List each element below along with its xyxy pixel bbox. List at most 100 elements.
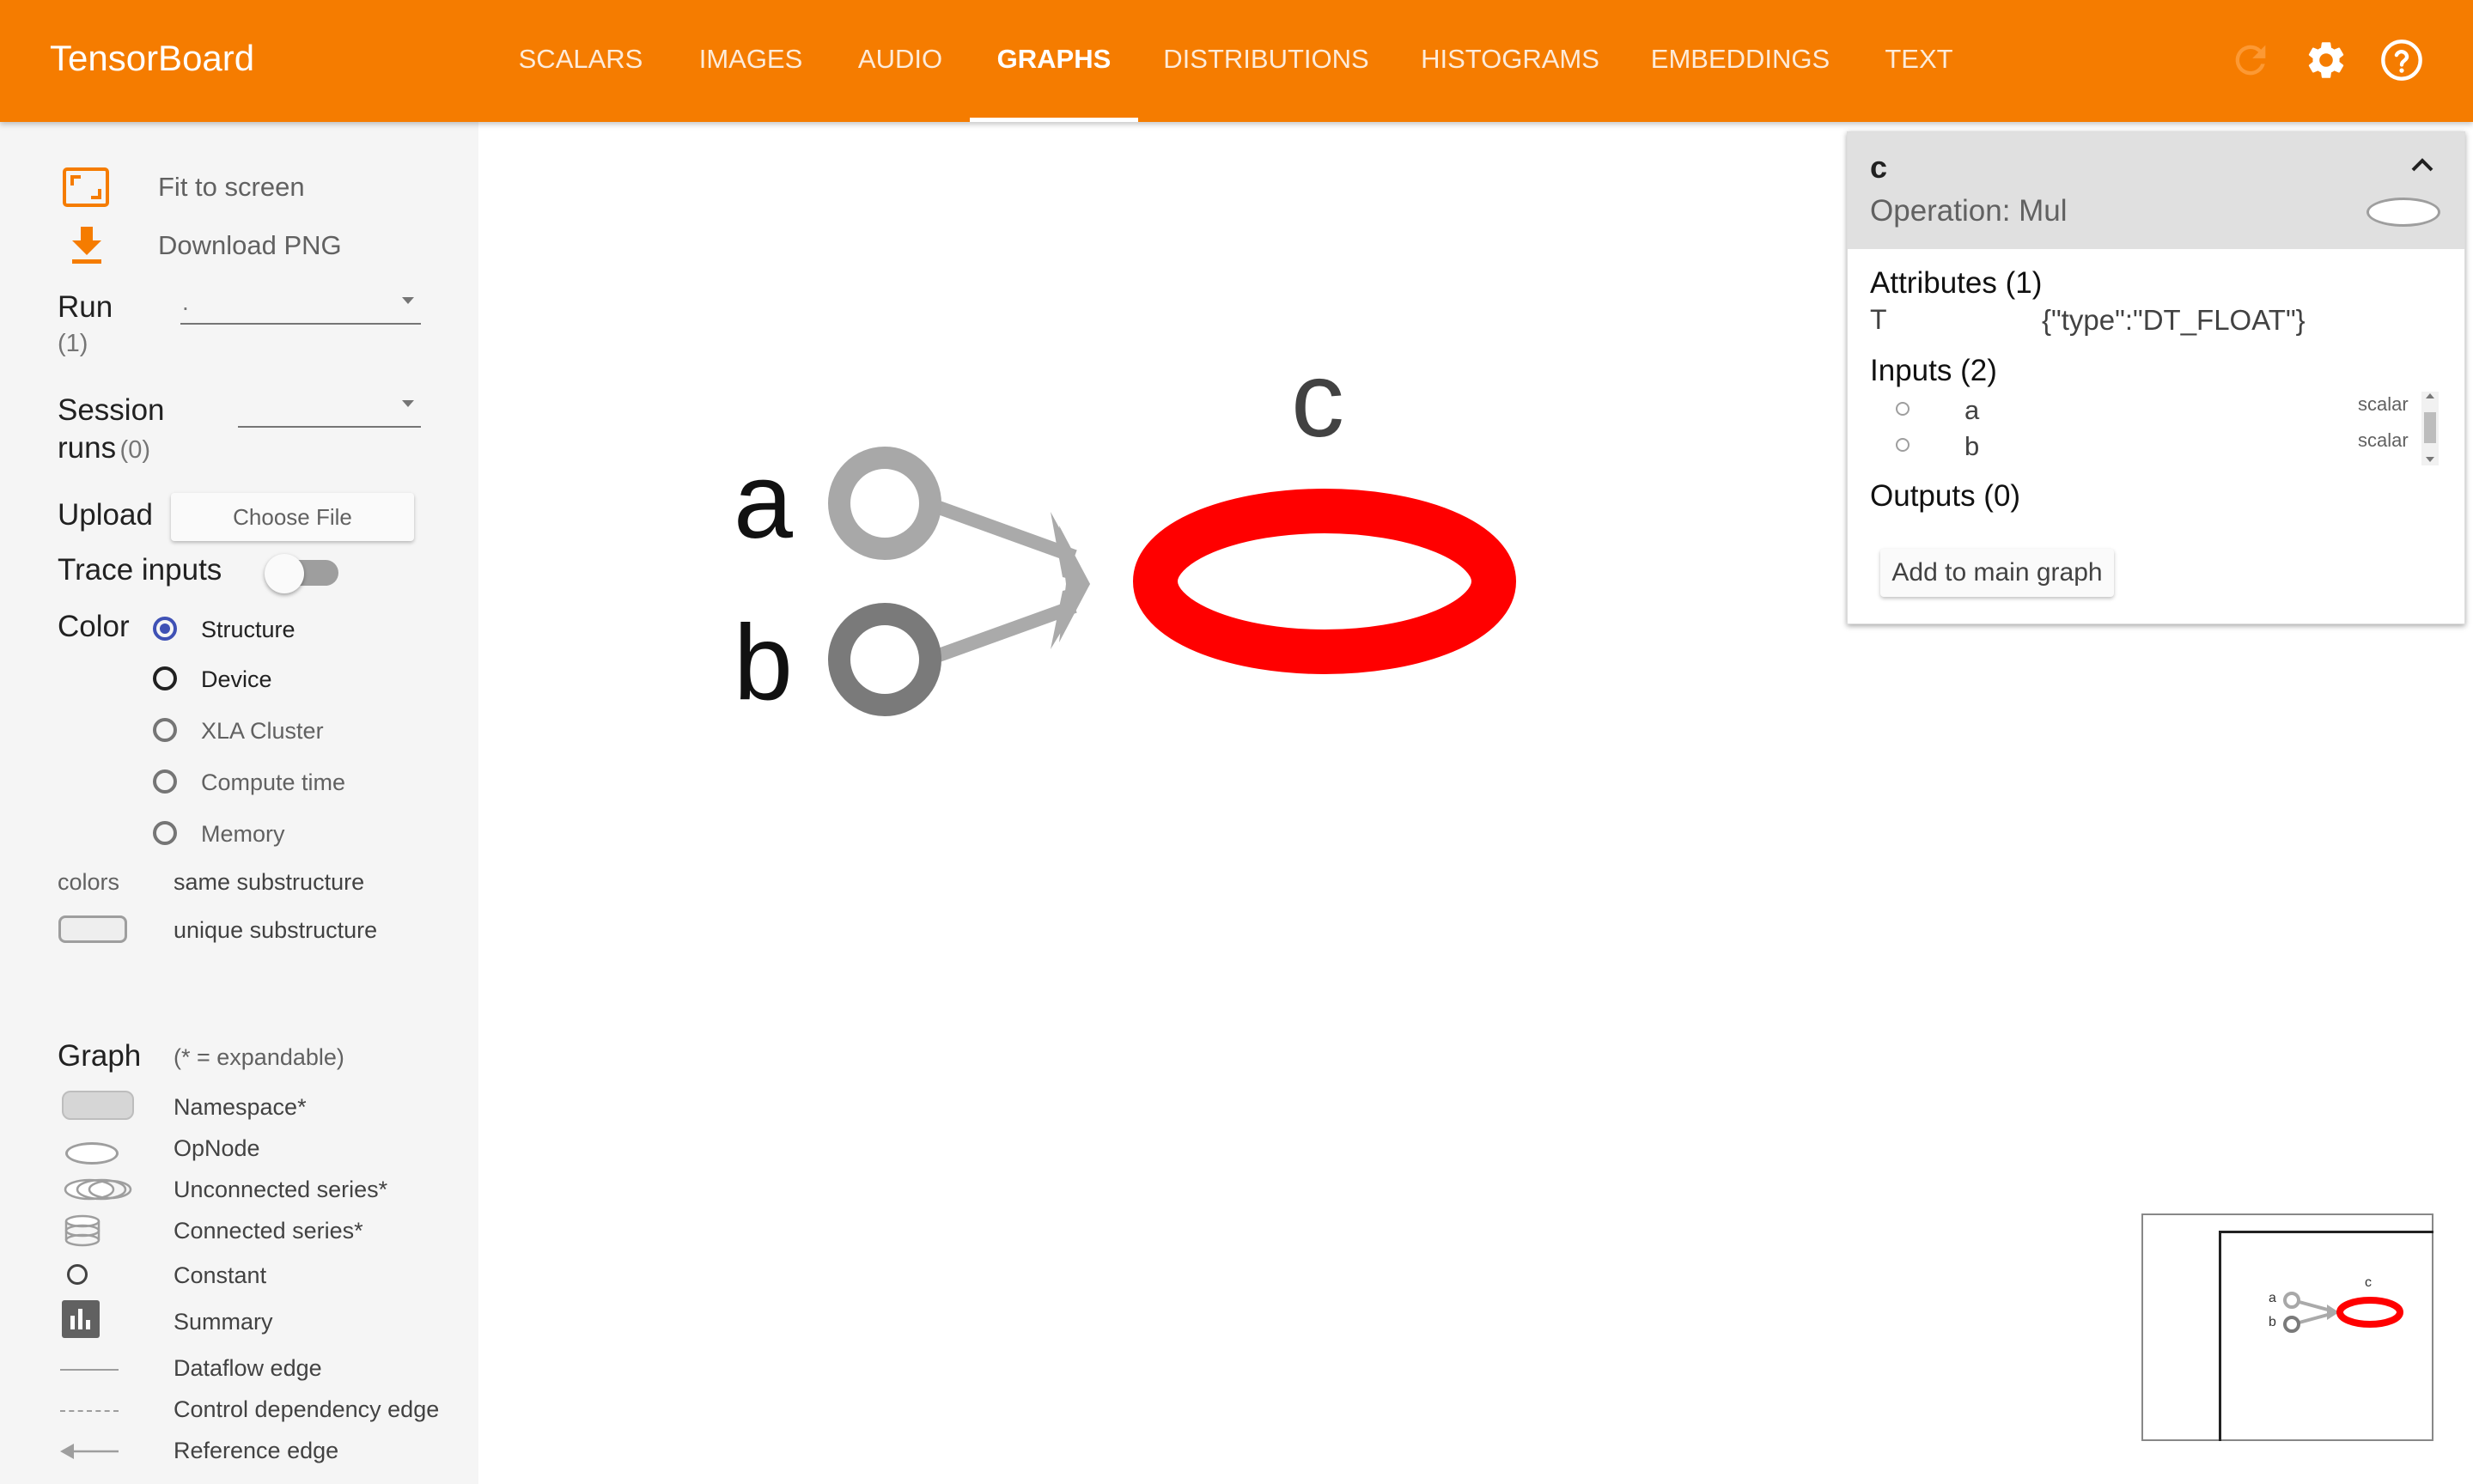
constant-legend-label: Constant (174, 1262, 267, 1288)
node-b-constant[interactable] (828, 603, 941, 716)
top-toolbar: TensorBoard SCALARS IMAGES AUDIO GRAPHS … (0, 0, 2473, 122)
reference-edge-label: Reference edge (174, 1438, 339, 1463)
run-count: (1) (58, 330, 88, 357)
unique-substructure-label: unique substructure (174, 917, 378, 943)
expandable-note: (* = expandable) (174, 1044, 344, 1070)
dataflow-edge-icon (60, 1369, 119, 1371)
edge-a-to-c (936, 501, 1077, 563)
minimap-label-b: b (2269, 1315, 2276, 1329)
minimap-label-c: c (2365, 1275, 2372, 1290)
constant-legend-icon (67, 1264, 88, 1285)
tab-audio[interactable]: AUDIO (845, 0, 955, 122)
session-runs-count: (0) (119, 436, 150, 464)
color-compute-time-radio[interactable] (153, 769, 177, 794)
refresh-icon[interactable] (2228, 38, 2273, 82)
color-structure-label[interactable]: Structure (201, 617, 295, 643)
scroll-up-arrow-icon[interactable] (2426, 393, 2434, 398)
color-structure-radio[interactable] (153, 617, 177, 641)
chevron-down-icon (402, 400, 414, 407)
dataflow-edge-label: Dataflow edge (174, 1355, 322, 1381)
trace-inputs-label: Trace inputs (58, 553, 222, 587)
app-title: TensorBoard (50, 38, 255, 78)
node-c-mul[interactable] (1133, 489, 1516, 674)
opnode-shape-icon (2366, 198, 2440, 227)
tab-histograms[interactable]: HISTOGRAMS (1410, 0, 1610, 122)
info-node-name: c (1870, 149, 1888, 185)
colors-label: colors (58, 869, 120, 895)
upload-label: Upload (58, 498, 153, 532)
run-select-value: . (182, 289, 189, 315)
outputs-title: Outputs (0) (1870, 479, 2021, 513)
node-c-label: c (1291, 341, 1344, 459)
tab-distributions[interactable]: DISTRIBUTIONS (1151, 0, 1381, 122)
minimap-label-a: a (2269, 1291, 2276, 1305)
session-runs-word: runs (58, 431, 117, 465)
collapse-chevron-up-icon[interactable] (2408, 155, 2437, 177)
graph-minimap[interactable]: a b c (2141, 1213, 2433, 1441)
download-icon[interactable] (69, 225, 105, 266)
attributes-title: Attributes (1) (1870, 266, 2043, 300)
connected-series-icon (64, 1214, 101, 1247)
inputs-scrollbar[interactable] (2421, 392, 2439, 465)
node-a-label: a (734, 442, 793, 561)
color-label: Color (58, 610, 130, 643)
arrowhead-merge (1059, 526, 1090, 642)
input-a-constant-icon (1896, 402, 1910, 416)
same-substructure-label: same substructure (174, 869, 365, 895)
input-b-constant-icon (1896, 438, 1910, 452)
input-b-name[interactable]: b (1964, 431, 1979, 462)
color-memory-radio[interactable] (153, 821, 177, 845)
control-dependency-edge-label: Control dependency edge (174, 1396, 440, 1422)
minimap-graph (2283, 1292, 2403, 1333)
control-dependency-edge-icon (60, 1410, 119, 1412)
unconnected-series-label: Unconnected series* (174, 1177, 388, 1202)
color-xla-cluster-label[interactable]: XLA Cluster (201, 718, 324, 745)
add-to-main-graph-button[interactable]: Add to main graph (1880, 549, 2114, 597)
connected-series-label: Connected series* (174, 1218, 363, 1244)
tab-graphs[interactable]: GRAPHS (970, 0, 1138, 122)
info-operation: Operation: Mul (1870, 194, 2068, 228)
tab-embeddings[interactable]: EMBEDDINGS (1639, 0, 1842, 122)
tab-scalars[interactable]: SCALARS (505, 0, 656, 122)
input-a-name[interactable]: a (1964, 395, 1979, 426)
session-runs-select[interactable] (238, 388, 421, 428)
input-b-shape: scalar (2358, 429, 2409, 451)
help-icon[interactable] (2379, 38, 2424, 82)
opnode-legend-icon (65, 1142, 119, 1165)
input-a-shape: scalar (2358, 393, 2409, 415)
scroll-down-arrow-icon[interactable] (2426, 457, 2434, 462)
namespace-legend-icon (62, 1091, 134, 1120)
run-label: Run (58, 290, 113, 324)
namespace-legend-label: Namespace* (174, 1094, 307, 1120)
node-a-constant[interactable] (828, 447, 941, 560)
tab-text[interactable]: TEXT (1873, 0, 1965, 122)
session-runs-label-line2: runs (0) (58, 431, 150, 465)
graph-legend-title: Graph (58, 1039, 142, 1073)
chevron-down-icon (402, 297, 414, 304)
summary-icon (62, 1300, 100, 1338)
session-runs-label: Session (58, 393, 165, 427)
color-compute-time-label[interactable]: Compute time (201, 769, 345, 796)
attribute-key: T (1870, 304, 1887, 335)
choose-file-button[interactable]: Choose File (171, 493, 414, 541)
color-xla-cluster-radio[interactable] (153, 718, 177, 742)
color-device-radio[interactable] (153, 666, 177, 690)
trace-inputs-toggle-knob[interactable] (265, 554, 304, 593)
attribute-value: {"type":"DT_FLOAT"} (2042, 304, 2305, 336)
color-device-label[interactable]: Device (201, 666, 272, 693)
tab-images[interactable]: IMAGES (687, 0, 814, 122)
node-b-label: b (734, 604, 793, 722)
settings-gear-icon[interactable] (2304, 38, 2348, 82)
color-memory-label[interactable]: Memory (201, 821, 285, 848)
unique-substructure-swatch (58, 915, 127, 943)
fit-to-screen-icon[interactable] (62, 167, 110, 208)
info-card-header[interactable]: c Operation: Mul (1848, 132, 2464, 249)
scrollbar-thumb[interactable] (2424, 412, 2436, 443)
download-png-button[interactable]: Download PNG (158, 230, 342, 261)
reference-edge-icon (60, 1444, 119, 1459)
fit-to-screen-button[interactable]: Fit to screen (158, 172, 305, 203)
run-select[interactable]: . (180, 285, 421, 325)
opnode-legend-label: OpNode (174, 1135, 260, 1161)
control-sidebar: Fit to screen Download PNG Run (1) . Ses… (0, 122, 478, 1484)
inputs-title: Inputs (2) (1870, 354, 1997, 387)
